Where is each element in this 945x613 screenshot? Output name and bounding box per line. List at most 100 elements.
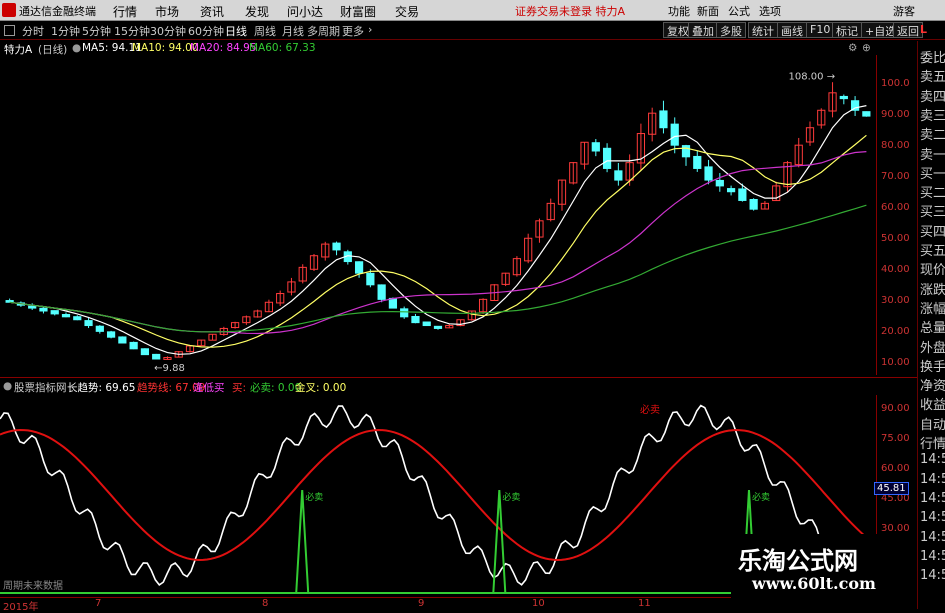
overlay-button[interactable]: 叠加 — [688, 22, 718, 38]
side-panel-item[interactable]: 换手 — [920, 356, 945, 375]
candle-body[interactable] — [411, 315, 420, 324]
period-monthly[interactable]: 月线 — [282, 23, 304, 39]
side-panel-item[interactable]: 买四 — [920, 221, 945, 240]
candle-body[interactable] — [377, 284, 386, 300]
candle-body[interactable] — [659, 110, 668, 129]
side-panel-item[interactable]: 现价 — [920, 259, 945, 278]
candle-body[interactable] — [693, 155, 702, 169]
period-multi[interactable]: 多周期 — [307, 23, 340, 39]
multi-stock-button[interactable]: 多股 — [716, 22, 746, 38]
side-panel-item[interactable]: 14:50 — [920, 568, 945, 583]
menu-options[interactable]: 选项 — [759, 3, 781, 19]
period-intraday[interactable]: 分时 — [22, 23, 44, 39]
period-weekly[interactable]: 周线 — [254, 23, 276, 39]
stats-button[interactable]: 统计 — [748, 22, 778, 38]
candle-body[interactable] — [681, 145, 691, 158]
period-60min[interactable]: 60分钟 — [188, 23, 224, 39]
side-panel-item[interactable]: 自动 — [920, 414, 945, 433]
period-5min[interactable]: 5分钟 — [82, 23, 111, 39]
candle-body[interactable] — [670, 123, 679, 146]
candle-body[interactable] — [50, 310, 59, 315]
menu-function[interactable]: 功能 — [668, 3, 690, 19]
settings-dot-icon[interactable]: ● — [72, 42, 81, 54]
side-panel-item[interactable]: 卖三 — [920, 105, 945, 124]
side-panel-item[interactable]: 外盘 — [920, 337, 945, 356]
candle-body[interactable] — [118, 336, 127, 344]
side-panel-item[interactable]: 委比 — [920, 47, 945, 66]
login-warning[interactable]: 证券交易未登录 特力A — [515, 3, 625, 19]
menu-trade[interactable]: 交易 — [395, 3, 419, 20]
mark-button[interactable]: 标记 — [832, 22, 862, 38]
menu-news[interactable]: 资讯 — [200, 3, 224, 20]
period-30min[interactable]: 30分钟 — [150, 23, 186, 39]
side-panel-item[interactable]: 买三 — [920, 201, 945, 220]
side-panel-item[interactable]: 涨幅 — [920, 298, 945, 317]
candle-body[interactable] — [354, 261, 364, 274]
chevron-right-icon[interactable]: › — [368, 23, 372, 36]
menu-formula[interactable]: 公式 — [728, 3, 750, 19]
pane-separator[interactable] — [0, 377, 917, 378]
period-more[interactable]: 更多 — [342, 23, 364, 39]
side-panel-item[interactable]: 卖五 — [920, 66, 945, 85]
candle-body[interactable] — [84, 320, 93, 327]
candle-body[interactable] — [715, 179, 724, 187]
candle-body[interactable] — [749, 198, 758, 210]
candle-body[interactable] — [95, 325, 104, 332]
candle-body[interactable] — [332, 242, 341, 251]
f10-button[interactable]: F10 — [806, 22, 835, 38]
candle-body[interactable] — [39, 307, 48, 312]
menu-market[interactable]: 行情 — [113, 3, 137, 20]
draw-line-button[interactable]: 画线 — [777, 22, 807, 38]
candle-body[interactable] — [422, 321, 431, 327]
candle-body[interactable] — [400, 308, 409, 318]
indicator-dot-icon[interactable]: ● — [3, 380, 12, 392]
candle-body[interactable] — [726, 188, 736, 193]
period-15min[interactable]: 15分钟 — [114, 23, 150, 39]
side-panel-item[interactable]: 涨跌 — [920, 279, 945, 298]
side-panel-item[interactable]: 14:50 — [920, 549, 945, 564]
collapse-icon[interactable]: ⊕ — [862, 42, 871, 54]
side-panel-item[interactable]: 卖四 — [920, 86, 945, 105]
settings-gear-icon[interactable]: ⚙ — [848, 42, 857, 54]
side-panel-item[interactable]: 买二 — [920, 182, 945, 201]
candle-body[interactable] — [129, 341, 138, 350]
candle-body[interactable] — [106, 331, 116, 338]
candle-body[interactable] — [61, 313, 71, 318]
candle-body[interactable] — [602, 147, 612, 169]
side-panel-item[interactable]: 14:50 — [920, 491, 945, 506]
side-panel-item[interactable]: 收益 — [920, 394, 945, 413]
candle-body[interactable] — [73, 316, 82, 321]
side-panel-item[interactable]: 卖一 — [920, 144, 945, 163]
side-panel-item[interactable]: 卖二 — [920, 124, 945, 143]
side-panel-item[interactable]: 买五 — [920, 240, 945, 259]
candle-body[interactable] — [738, 188, 747, 201]
menu-wealth[interactable]: 财富圈 — [340, 3, 376, 20]
guest-label[interactable]: 游客 — [893, 3, 915, 19]
side-panel-item[interactable]: 14:50 — [920, 452, 945, 467]
candle-body[interactable] — [614, 170, 623, 181]
menu-markets[interactable]: 市场 — [155, 3, 179, 20]
candle-body[interactable] — [433, 325, 443, 329]
candle-body[interactable] — [839, 95, 848, 100]
candle-body[interactable] — [152, 353, 161, 360]
menu-new-page[interactable]: 新面 — [697, 3, 719, 19]
candle-body[interactable] — [28, 305, 37, 309]
side-panel-item[interactable]: 净资 — [920, 375, 945, 394]
side-panel-item[interactable]: 买一 — [920, 163, 945, 182]
menu-ask[interactable]: 问小达 — [287, 3, 323, 20]
candle-body[interactable] — [388, 297, 398, 309]
side-panel-item[interactable]: 14:50 — [920, 530, 945, 545]
candle-body[interactable] — [591, 142, 600, 152]
side-panel-item[interactable]: 行情 — [920, 433, 945, 452]
side-panel-item[interactable]: 14:50 — [920, 472, 945, 487]
side-panel-item[interactable]: 总量 — [920, 317, 945, 336]
candlestick-chart[interactable]: 108.00 → ←9.88 — [0, 55, 876, 375]
candle-body[interactable] — [140, 348, 150, 356]
side-panel-item[interactable]: 14:50 — [920, 510, 945, 525]
candle-body[interactable] — [862, 111, 871, 117]
period-1min[interactable]: 1分钟 — [51, 23, 80, 39]
menu-discover[interactable]: 发现 — [245, 3, 269, 20]
back-button[interactable]: 返回 — [893, 22, 923, 38]
period-daily[interactable]: 日线 — [225, 23, 247, 39]
candle-body[interactable] — [704, 166, 713, 181]
